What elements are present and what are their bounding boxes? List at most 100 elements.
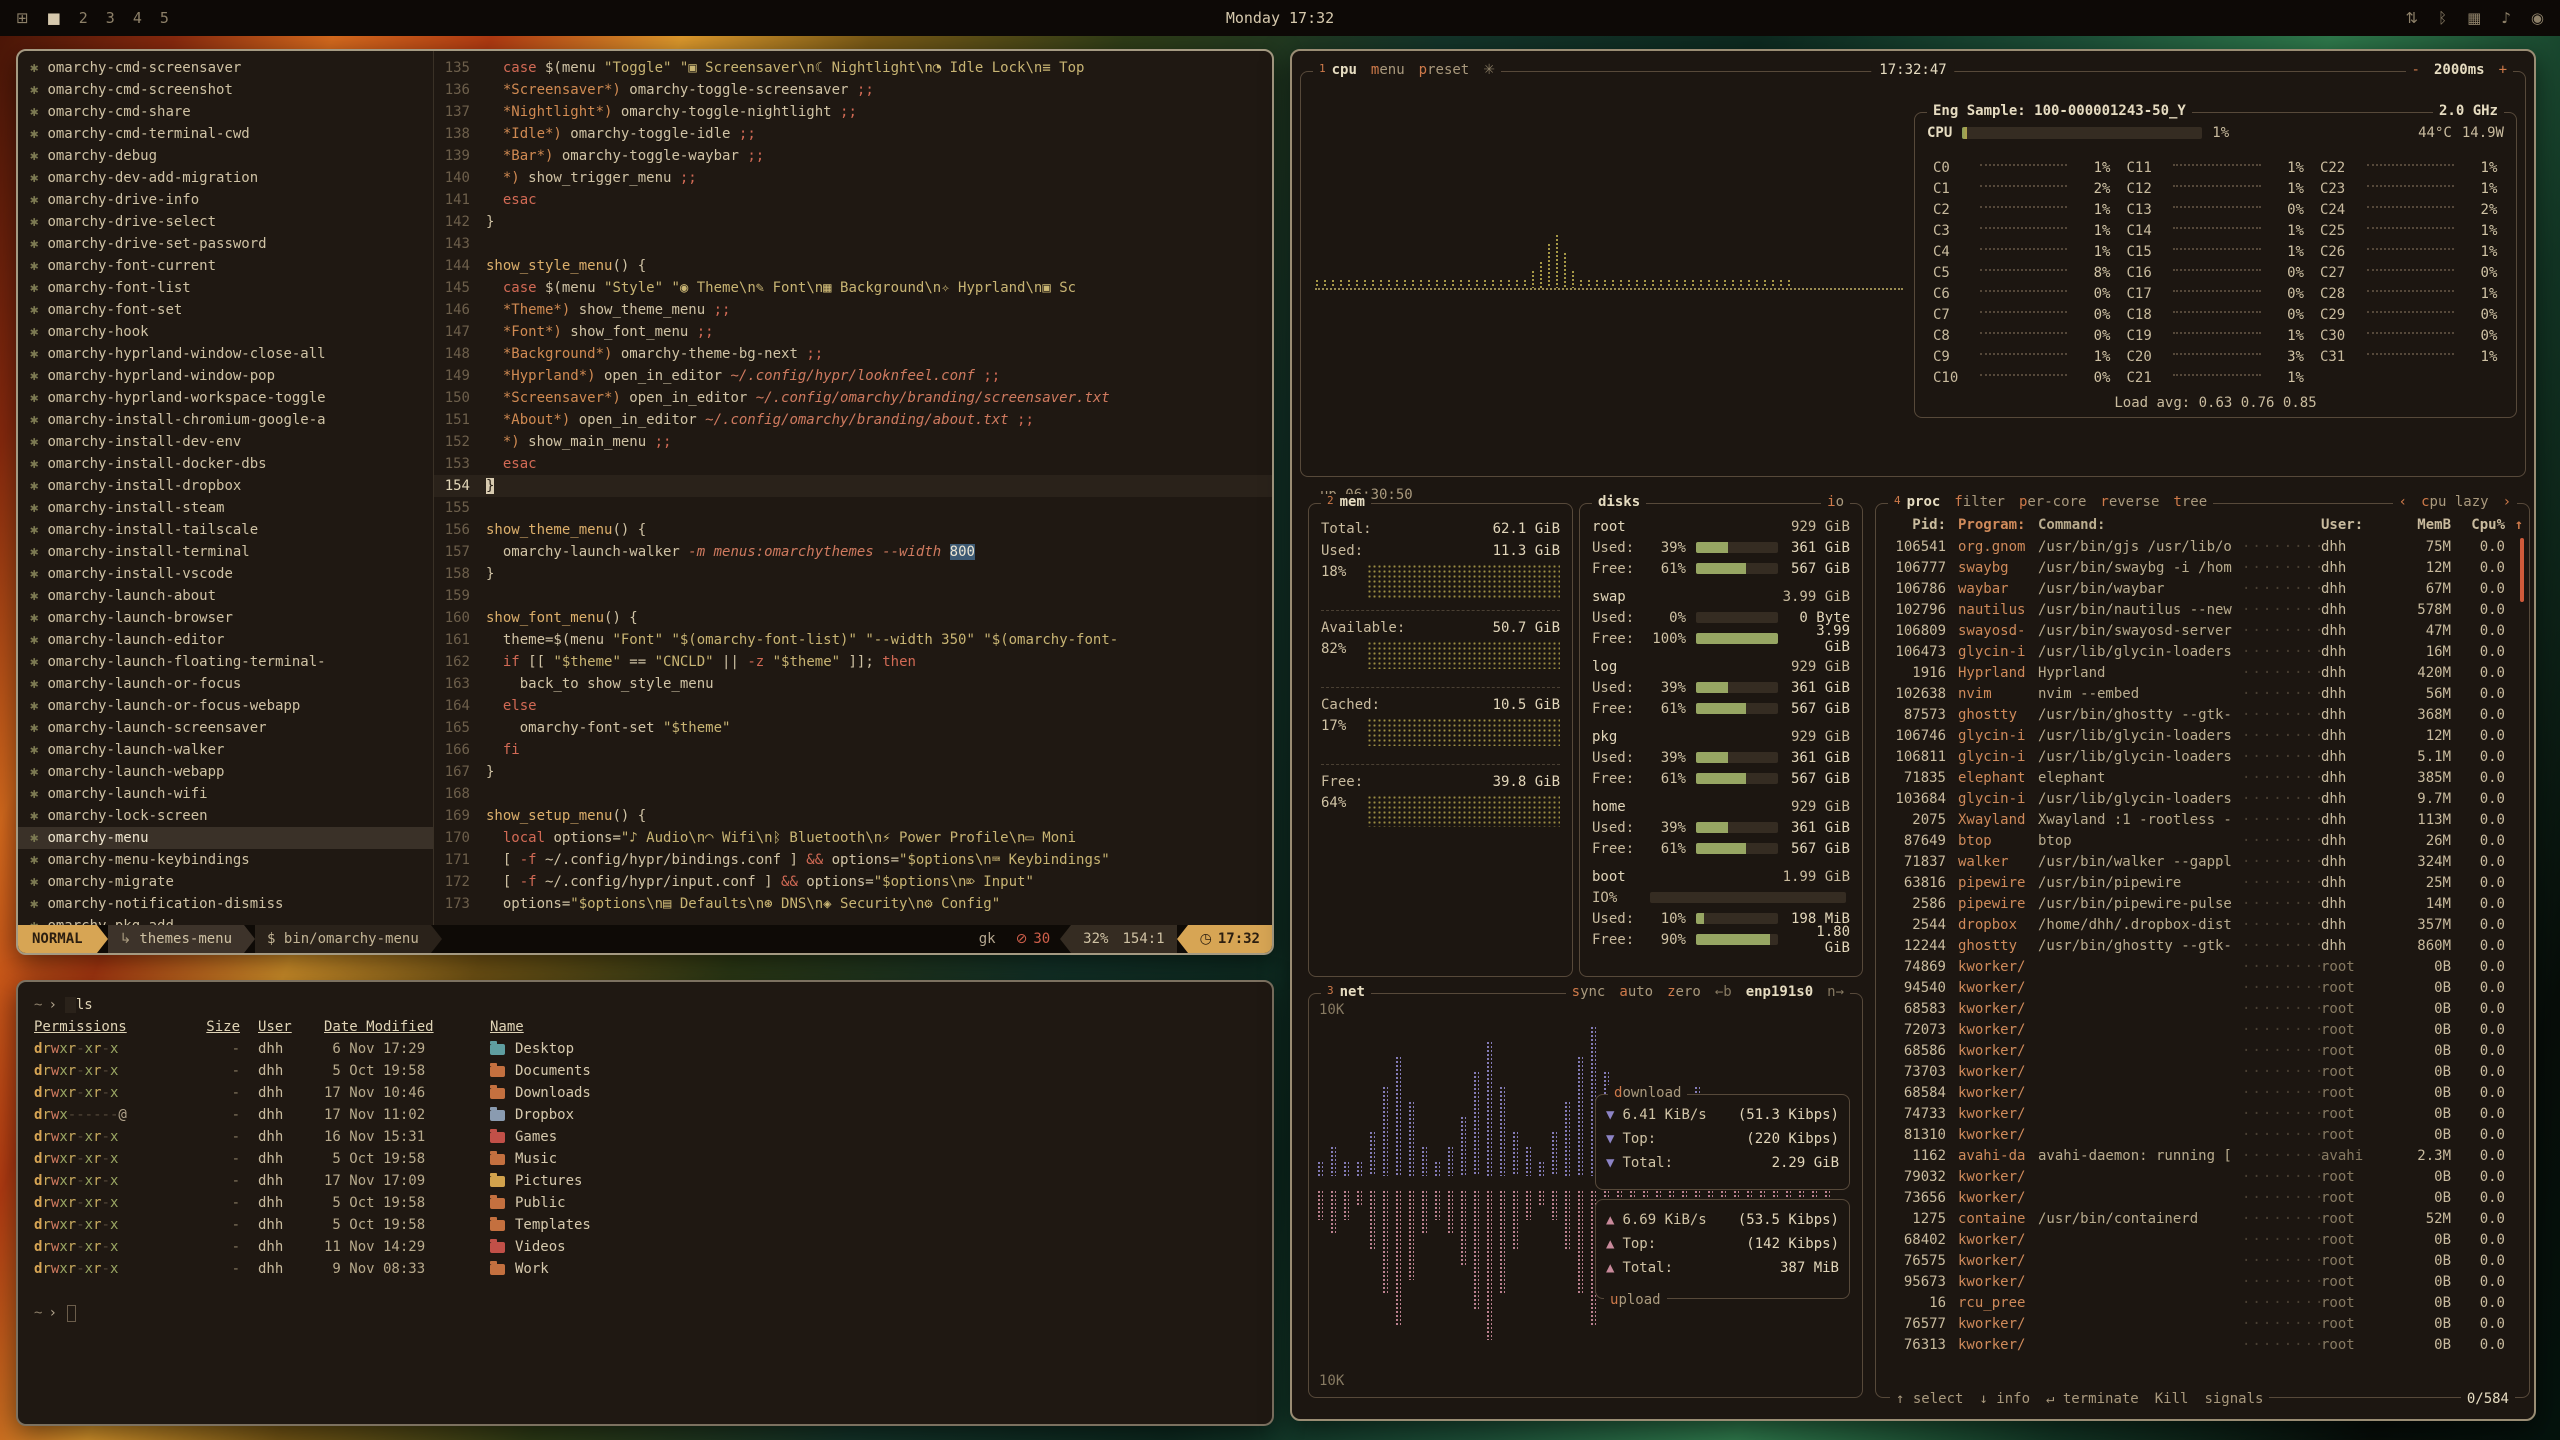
file-item[interactable]: ✱omarchy-launch-walker [18,739,433,761]
directory-entry[interactable]: Desktop [490,1038,1256,1060]
workspace-2[interactable]: 2 [79,9,88,27]
code-line[interactable]: 173 options="$options\n▤ Defaults\n⊛ DNS… [434,893,1272,915]
file-item[interactable]: ✱omarchy-lock-screen [18,805,433,827]
footer-action[interactable]: ↵ terminate [2046,1391,2139,1407]
code-line[interactable]: 171 [ -f ~/.config/hypr/bindings.conf ] … [434,849,1272,871]
process-row[interactable]: 2075XwaylandXwayland :1 -rootless -·····… [1886,809,2523,830]
net-auto-toggle[interactable]: auto [1619,984,1653,1000]
code-line[interactable]: 165 omarchy-font-set "$theme" [434,717,1272,739]
file-item[interactable]: ✱omarchy-dev-add-migration [18,167,433,189]
process-row[interactable]: 87573ghostty/usr/bin/ghostty --gtk-·····… [1886,704,2523,725]
file-item[interactable]: ✱omarchy-launch-wifi [18,783,433,805]
column-header-program[interactable]: Program: [1946,517,2038,533]
directory-entry[interactable]: Dropbox [490,1104,1256,1126]
code-line[interactable]: 142} [434,211,1272,233]
process-row[interactable]: 106786waybar/usr/bin/waybar·············… [1886,578,2523,599]
process-row[interactable]: 106777swaybg/usr/bin/swaybg -i /hom·····… [1886,557,2523,578]
file-item[interactable]: ✱omarchy-menu-keybindings [18,849,433,871]
code-line[interactable]: 147 *Font*) show_font_menu ;; [434,321,1272,343]
file-item[interactable]: ✱omarchy-install-terminal [18,541,433,563]
code-line[interactable]: 162 if [[ "$theme" == "CNCLD" || -z "$th… [434,651,1272,673]
process-row[interactable]: 68584kworker/···························… [1886,1082,2523,1103]
process-row[interactable]: 71835elephantelephant···················… [1886,767,2523,788]
file-item[interactable]: ✱omarchy-font-list [18,277,433,299]
file-item[interactable]: ✱omarchy-launch-about [18,585,433,607]
column-header-pid[interactable]: Pid: [1886,517,1946,533]
footer-action[interactable]: signals [2204,1391,2263,1407]
tab-cpu[interactable]: cpu [1332,62,1357,78]
directory-entry[interactable]: Work [490,1258,1256,1280]
code-line[interactable]: 148 *Background*) omarchy-theme-bg-next … [434,343,1272,365]
file-item[interactable]: ✱omarchy-launch-webapp [18,761,433,783]
process-row[interactable]: 1916HyprlandHyprland····················… [1886,662,2523,683]
code-line[interactable]: 146 *Theme*) show_theme_menu ;; [434,299,1272,321]
process-row[interactable]: 106473glycin-i/usr/lib/glycin-loaders···… [1886,641,2523,662]
workspace-3[interactable]: 3 [106,9,115,27]
tab-proc[interactable]: proc [1907,494,1941,510]
terminal-window[interactable]: ~›ls PermissionsSizeUserDate ModifiedNam… [16,980,1274,1426]
file-item[interactable]: ✱omarchy-drive-set-password [18,233,433,255]
file-item[interactable]: ✱omarchy-cmd-share [18,101,433,123]
code-editor[interactable]: 135 case $(menu "Toggle" "▣ Screensaver\… [434,51,1272,925]
tab-menu[interactable]: menu [1371,62,1405,78]
file-item[interactable]: ✱omarchy-launch-floating-terminal- [18,651,433,673]
sort-next-button[interactable]: › [2503,494,2511,510]
file-item[interactable]: ✱omarchy-cmd-screenshot [18,79,433,101]
io-toggle[interactable]: io [1821,494,1850,510]
file-item[interactable]: ✱omarchy-cmd-screensaver [18,57,433,79]
process-row[interactable]: 74869kworker/···························… [1886,956,2523,977]
file-item[interactable]: ✱omarchy-migrate [18,871,433,893]
file-item[interactable]: ✱omarchy-launch-screensaver [18,717,433,739]
code-line[interactable]: 151 *About*) open_in_editor ~/.config/om… [434,409,1272,431]
directory-entry[interactable]: Documents [490,1060,1256,1082]
file-item[interactable]: ✱omarchy-cmd-terminal-cwd [18,123,433,145]
code-line[interactable]: 160show_font_menu() { [434,607,1272,629]
file-item[interactable]: ✱omarchy-drive-select [18,211,433,233]
process-row[interactable]: 106541org.gnom/usr/bin/gjs /usr/lib/o···… [1886,536,2523,557]
code-line[interactable]: 155 [434,497,1272,519]
process-row[interactable]: 95673kworker/···························… [1886,1271,2523,1292]
process-row[interactable]: 73703kworker/···························… [1886,1061,2523,1082]
code-line[interactable]: 166 fi [434,739,1272,761]
code-line[interactable]: 139 *Bar*) omarchy-toggle-waybar ;; [434,145,1272,167]
code-line[interactable]: 157 omarchy-launch-walker -m menus:omarc… [434,541,1272,563]
proc-reverse-toggle[interactable]: reverse [2100,494,2159,510]
process-row[interactable]: 76313kworker/···························… [1886,1334,2523,1355]
process-row[interactable]: 1275containe/usr/bin/containerd·········… [1886,1208,2523,1229]
code-line[interactable]: 168 [434,783,1272,805]
code-line[interactable]: 144show_style_menu() { [434,255,1272,277]
code-line[interactable]: 167} [434,761,1272,783]
proc-per-core-toggle[interactable]: per-core [2019,494,2086,510]
file-item[interactable]: ✱omarchy-install-tailscale [18,519,433,541]
chart-icon[interactable]: ▦ [2467,9,2481,27]
directory-entry[interactable]: Games [490,1126,1256,1148]
column-header-mem[interactable]: MemB [2383,517,2451,533]
sort-prev-button[interactable]: ‹ [2399,494,2407,510]
directory-entry[interactable]: Pictures [490,1170,1256,1192]
code-line[interactable]: 172 [ -f ~/.config/hypr/input.conf ] && … [434,871,1272,893]
process-row[interactable]: 2586pipewire/usr/bin/pipewire-pulse·····… [1886,893,2523,914]
process-row[interactable]: 74733kworker/···························… [1886,1103,2523,1124]
code-line[interactable]: 164 else [434,695,1272,717]
process-row[interactable]: 106809swayosd-/usr/bin/swayosd-server···… [1886,620,2523,641]
file-item[interactable]: ✱omarchy-launch-browser [18,607,433,629]
file-item[interactable]: ✱omarchy-hook [18,321,433,343]
file-item[interactable]: ✱omarchy-hyprland-window-pop [18,365,433,387]
workspace-4[interactable]: 4 [133,9,142,27]
process-row[interactable]: 87649btopbtop···························… [1886,830,2523,851]
code-line[interactable]: 170 local options="♪ Audio\n◠ Wifi\nᛒ Bl… [434,827,1272,849]
code-line[interactable]: 149 *Hyprland*) open_in_editor ~/.config… [434,365,1272,387]
net-zero-toggle[interactable]: zero [1667,984,1701,1000]
file-item[interactable]: ✱omarchy-font-set [18,299,433,321]
footer-action[interactable]: ↑ select [1896,1391,1963,1407]
file-item[interactable]: ✱omarchy-install-dev-env [18,431,433,453]
file-item[interactable]: ✱omarchy-launch-or-focus [18,673,433,695]
scroll-up-arrow[interactable]: ↑ [2505,517,2523,533]
file-item[interactable]: ✱omarchy-pkg-add [18,915,433,925]
file-item[interactable]: ✱omarchy-launch-editor [18,629,433,651]
code-line[interactable]: 163 back_to show_style_menu [434,673,1272,695]
volume-icon[interactable]: ♪ [2501,9,2511,27]
process-row[interactable]: 76577kworker/···························… [1886,1313,2523,1334]
network-arrows-icon[interactable]: ⇅ [2406,9,2419,27]
file-item[interactable]: ✱omarchy-font-current [18,255,433,277]
